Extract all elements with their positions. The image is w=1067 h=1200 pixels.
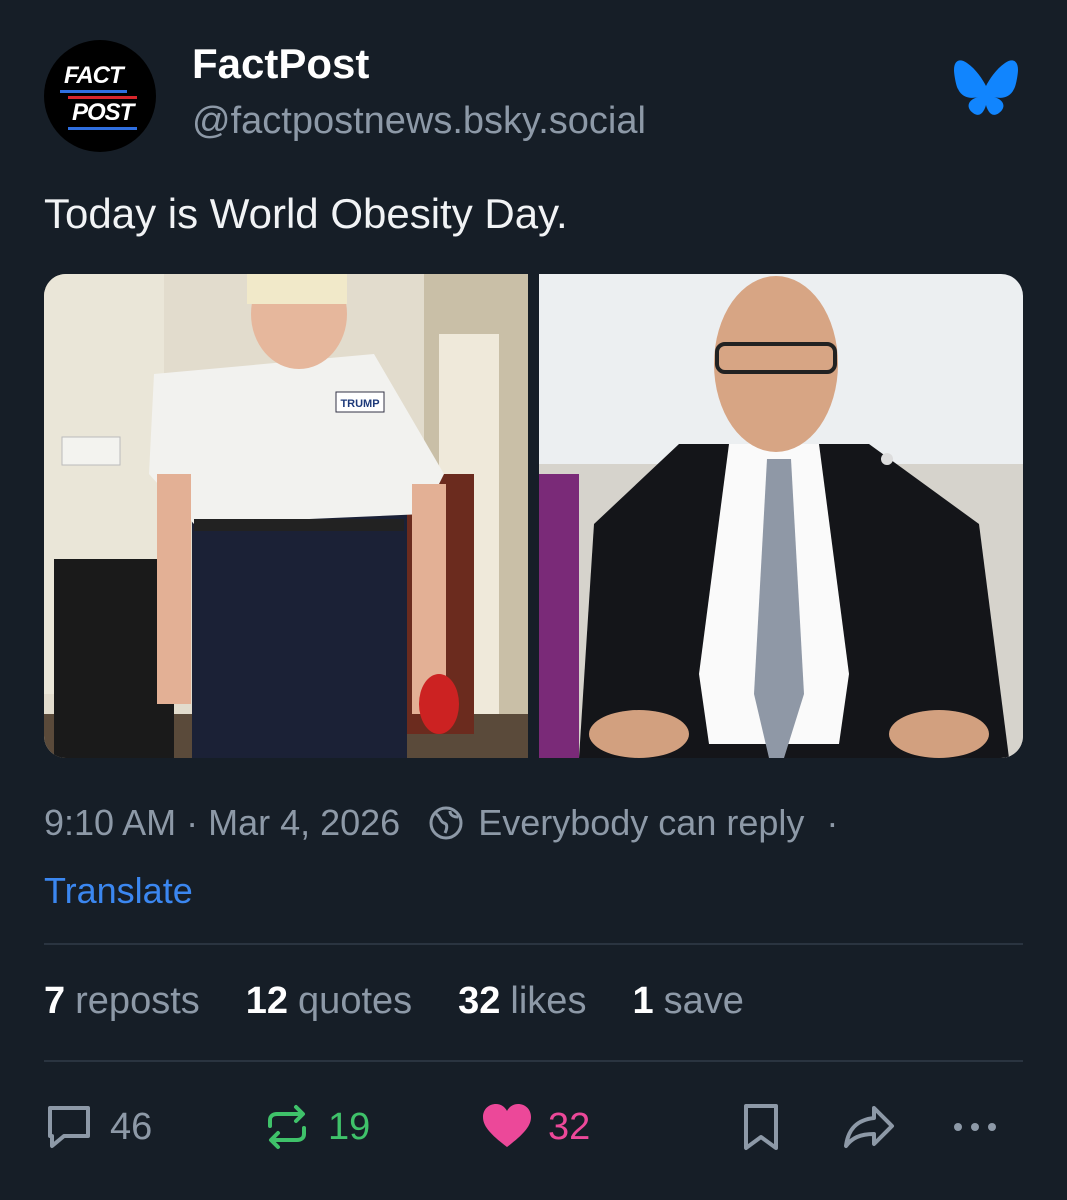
bluesky-butterfly-icon[interactable] bbox=[952, 58, 1020, 118]
repost-icon bbox=[268, 1105, 306, 1149]
post-time[interactable]: 9:10 AM bbox=[44, 802, 176, 844]
avatar-text-fact: FACT bbox=[60, 62, 127, 93]
meta-separator-2: · bbox=[826, 802, 839, 843]
post-date[interactable]: Mar 4, 2026 bbox=[208, 802, 400, 844]
share-button[interactable] bbox=[842, 1100, 896, 1154]
more-options-button[interactable] bbox=[948, 1100, 1002, 1154]
divider-bottom bbox=[44, 1060, 1023, 1062]
shirt-logo-text: TRUMP bbox=[340, 398, 379, 410]
avatar-text-post: POST bbox=[68, 96, 138, 130]
post-meta: 9:10 AM · Mar 4, 2026 Everybody can repl… bbox=[44, 802, 848, 844]
handle[interactable]: @factpostnews.bsky.social bbox=[192, 100, 646, 143]
reposts-stat[interactable]: 7 reposts bbox=[44, 980, 200, 1023]
engagement-stats: 7 reposts 12 quotes 32 likes 1 save bbox=[44, 980, 790, 1023]
bookmark-button[interactable] bbox=[734, 1100, 788, 1154]
reply-setting[interactable]: Everybody can reply bbox=[478, 802, 804, 844]
post-image-left[interactable]: TRUMP bbox=[44, 274, 528, 758]
post-image-right[interactable] bbox=[539, 274, 1023, 758]
like-button[interactable]: 32 bbox=[480, 1100, 590, 1154]
reply-button[interactable]: 46 bbox=[42, 1100, 152, 1154]
likes-stat[interactable]: 32 likes bbox=[458, 980, 586, 1023]
display-name[interactable]: FactPost bbox=[192, 40, 369, 88]
repost-count: 19 bbox=[328, 1105, 371, 1148]
action-bar: 46 19 32 bbox=[0, 1100, 1067, 1160]
like-count: 32 bbox=[548, 1105, 591, 1148]
quotes-stat[interactable]: 12 quotes bbox=[246, 980, 412, 1023]
share-icon bbox=[844, 1106, 894, 1148]
heart-icon bbox=[483, 1104, 531, 1147]
translate-link[interactable]: Translate bbox=[44, 870, 193, 912]
globe-icon bbox=[429, 806, 463, 840]
more-options-icon bbox=[954, 1123, 996, 1131]
meta-separator: · bbox=[186, 802, 199, 843]
bookmark-icon bbox=[744, 1104, 778, 1150]
reply-icon bbox=[48, 1106, 90, 1148]
avatar[interactable]: FACT POST bbox=[44, 40, 156, 152]
divider-top bbox=[44, 943, 1023, 945]
reply-count: 46 bbox=[110, 1105, 153, 1148]
repost-button[interactable]: 19 bbox=[260, 1100, 370, 1154]
post-text: Today is World Obesity Day. bbox=[44, 190, 568, 237]
saves-stat[interactable]: 1 save bbox=[632, 980, 743, 1023]
